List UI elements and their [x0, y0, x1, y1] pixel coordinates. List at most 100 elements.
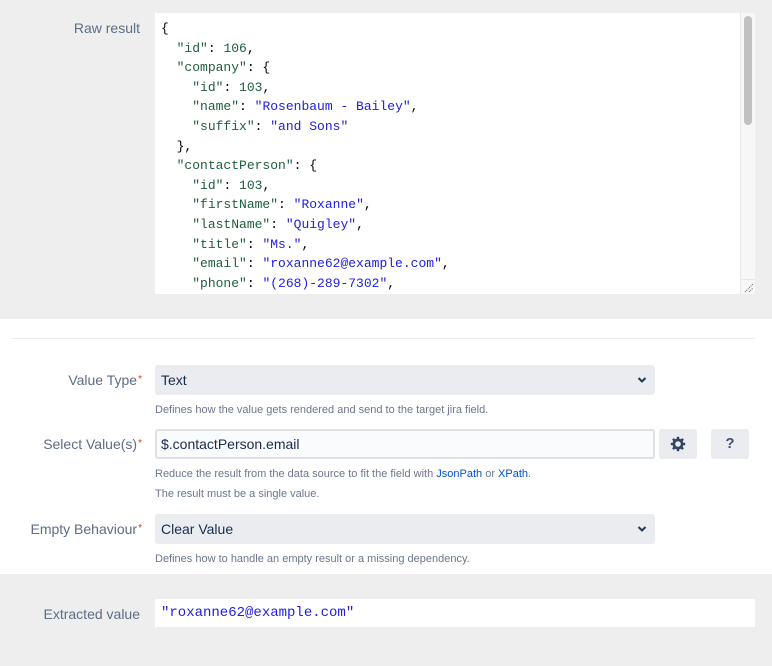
code-line: "company": {: [161, 58, 755, 78]
json-punct: :: [239, 99, 255, 115]
value-type-help: Defines how the value gets rendered and …: [155, 404, 489, 416]
jsonpath-link[interactable]: JsonPath: [436, 468, 482, 480]
raw-result-textarea[interactable]: { "id": 106, "company": { "id": 103, "na…: [155, 13, 755, 294]
xpath-link[interactable]: XPath: [498, 468, 528, 480]
json-punct: : {: [246, 60, 271, 76]
help-button[interactable]: ?: [711, 429, 749, 459]
code-line: {: [161, 19, 755, 39]
empty-behaviour-label: Empty Behaviour*: [10, 520, 142, 538]
empty-behaviour-label-text: Empty Behaviour: [30, 521, 138, 537]
code-line: "id": 106,: [161, 39, 755, 59]
chevron-down-icon: [637, 365, 647, 395]
json-punct: :: [270, 216, 286, 232]
json-punct: [161, 158, 177, 173]
help-text: .: [528, 468, 532, 480]
scrollbar-thumb[interactable]: [744, 16, 752, 125]
json-string: "and Sons": [270, 118, 349, 134]
code-line: "name": "Rosenbaum - Bailey",: [161, 97, 755, 117]
json-punct: [161, 197, 192, 212]
json-key: "contactPerson": [176, 158, 294, 174]
json-punct: [161, 217, 192, 232]
json-punct: [161, 276, 192, 291]
raw-result-section: Raw result { "id": 106, "company": { "id…: [0, 0, 772, 319]
code-line: "phone": "(268)-289-7302",: [161, 274, 755, 294]
json-string: "Rosenbaum - Bailey": [254, 99, 411, 115]
json-number: 103: [239, 177, 263, 193]
json-string: "roxanne62@example.com": [262, 256, 442, 272]
json-key: "phone": [192, 275, 247, 291]
value-type-label: Value Type*: [10, 371, 142, 389]
json-key: "id": [192, 79, 224, 95]
json-punct: [161, 178, 192, 193]
empty-behaviour-help: Defines how to handle an empty result or…: [155, 553, 470, 565]
json-string: "(268)-289-7302": [262, 275, 388, 291]
code-line: "id": 103,: [161, 78, 755, 98]
json-punct: [161, 237, 192, 252]
chevron-down-icon: [637, 514, 647, 544]
json-punct: ,: [441, 256, 450, 272]
json-punct: ,: [262, 79, 271, 95]
json-punct: [161, 256, 192, 271]
json-string: "Roxanne": [293, 197, 364, 213]
json-punct: [161, 41, 177, 56]
code-line: },: [161, 137, 755, 157]
json-key: "suffix": [192, 118, 255, 134]
json-punct: :: [207, 40, 224, 56]
json-punct: },: [161, 138, 193, 154]
json-punct: : {: [293, 158, 318, 174]
required-marker: *: [138, 523, 142, 534]
json-key: "id": [176, 40, 208, 56]
json-punct: :: [223, 79, 240, 95]
help-text: or: [482, 468, 499, 480]
gear-icon: [670, 435, 686, 452]
value-type-label-text: Value Type: [68, 372, 138, 388]
json-punct: ,: [363, 197, 372, 213]
code-line: "contactPerson": {: [161, 156, 755, 176]
code-line: "email": "roxanne62@example.com",: [161, 254, 755, 274]
json-punct: ,: [301, 236, 310, 252]
code-line: "title": "Ms.",: [161, 235, 755, 255]
json-punct: [161, 99, 192, 114]
select-values-label: Select Value(s)*: [10, 435, 142, 453]
json-string: "Ms.": [262, 236, 302, 252]
json-punct: ,: [246, 40, 255, 56]
json-key: "id": [192, 177, 224, 193]
json-key: "name": [192, 99, 240, 115]
code-line: "suffix": "and Sons": [161, 117, 755, 137]
raw-result-scrollbar[interactable]: [740, 13, 755, 294]
json-punct: ,: [356, 216, 364, 232]
value-type-select[interactable]: Text: [155, 365, 655, 395]
json-punct: :: [246, 275, 263, 291]
raw-result-label: Raw result: [73, 20, 140, 36]
required-marker: *: [138, 374, 142, 385]
json-punct: :: [246, 236, 263, 252]
json-key: "company": [176, 60, 247, 76]
raw-result-code: { "id": 106, "company": { "id": 103, "na…: [155, 13, 755, 293]
required-marker: *: [138, 438, 142, 449]
settings-button[interactable]: [659, 429, 697, 459]
extracted-value-label: Extracted value: [43, 606, 141, 622]
select-values-input[interactable]: $.contactPerson.email: [155, 429, 655, 459]
json-string: "Quigley": [285, 216, 357, 232]
empty-behaviour-selected: Clear Value: [161, 521, 234, 537]
json-key: "email": [192, 256, 247, 272]
json-key: "title": [192, 236, 247, 252]
resize-handle-icon[interactable]: [740, 279, 755, 294]
empty-behaviour-select[interactable]: Clear Value: [155, 514, 655, 544]
json-key: "lastName": [192, 216, 271, 232]
json-punct: ,: [387, 275, 396, 291]
json-punct: :: [278, 197, 294, 213]
json-punct: [161, 60, 177, 75]
json-number: 106: [223, 40, 247, 56]
json-punct: [161, 119, 192, 134]
extracted-value-output: "roxanne62@example.com": [155, 599, 755, 627]
json-punct: {: [161, 21, 169, 36]
json-punct: :: [246, 256, 263, 272]
json-punct: ,: [262, 177, 271, 193]
value-type-selected: Text: [161, 372, 187, 388]
json-punct: [161, 80, 192, 95]
select-values-help-2: The result must be a single value.: [155, 488, 320, 500]
code-line: "id": 103,: [161, 176, 755, 196]
json-key: "firstName": [192, 197, 279, 213]
json-punct: :: [223, 177, 240, 193]
